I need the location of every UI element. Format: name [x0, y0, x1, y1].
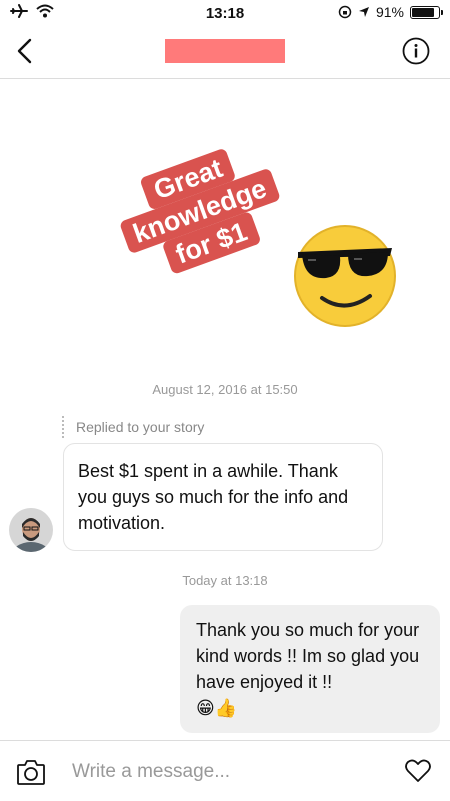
battery-fill — [412, 7, 434, 17]
reply-indicator-bar — [62, 416, 64, 438]
incoming-message-text: Best $1 spent in a awhile. Thank you guy… — [78, 461, 349, 533]
rotation-lock-icon — [338, 5, 352, 19]
heart-icon[interactable] — [404, 757, 432, 785]
today-timestamp: Today at 13:18 — [182, 573, 268, 588]
status-bar: 13:18 91% — [0, 0, 450, 26]
replied-text: Replied to your story — [76, 419, 205, 435]
story-preview[interactable]: Great knowledge for $1 — [90, 140, 420, 340]
sender-avatar[interactable] — [9, 508, 53, 552]
back-chevron-icon[interactable] — [12, 36, 40, 66]
conversation-title-redacted[interactable] — [165, 39, 285, 63]
story-timestamp: August 12, 2016 at 15:50 — [152, 382, 298, 397]
battery-icon — [410, 5, 443, 19]
status-right: 91% — [338, 4, 443, 20]
outgoing-message-text: Thank you so much for your kind words !!… — [196, 620, 420, 692]
incoming-message-bubble[interactable]: Best $1 spent in a awhile. Thank you guy… — [63, 443, 383, 551]
nav-bar — [0, 26, 450, 79]
outgoing-emojis: 😁👍 — [196, 698, 238, 718]
battery-percent: 91% — [375, 4, 404, 20]
location-arrow-icon — [358, 7, 369, 17]
sunglasses-face-icon — [294, 225, 396, 327]
info-icon[interactable] — [402, 37, 430, 65]
camera-icon[interactable] — [16, 758, 46, 786]
message-composer — [0, 740, 450, 801]
outgoing-message-bubble[interactable]: Thank you so much for your kind words !!… — [180, 605, 440, 733]
message-input[interactable] — [70, 755, 374, 789]
replied-to-story-label: Replied to your story — [62, 414, 204, 440]
story-text-sticker: Great knowledge for $1 — [107, 136, 292, 286]
